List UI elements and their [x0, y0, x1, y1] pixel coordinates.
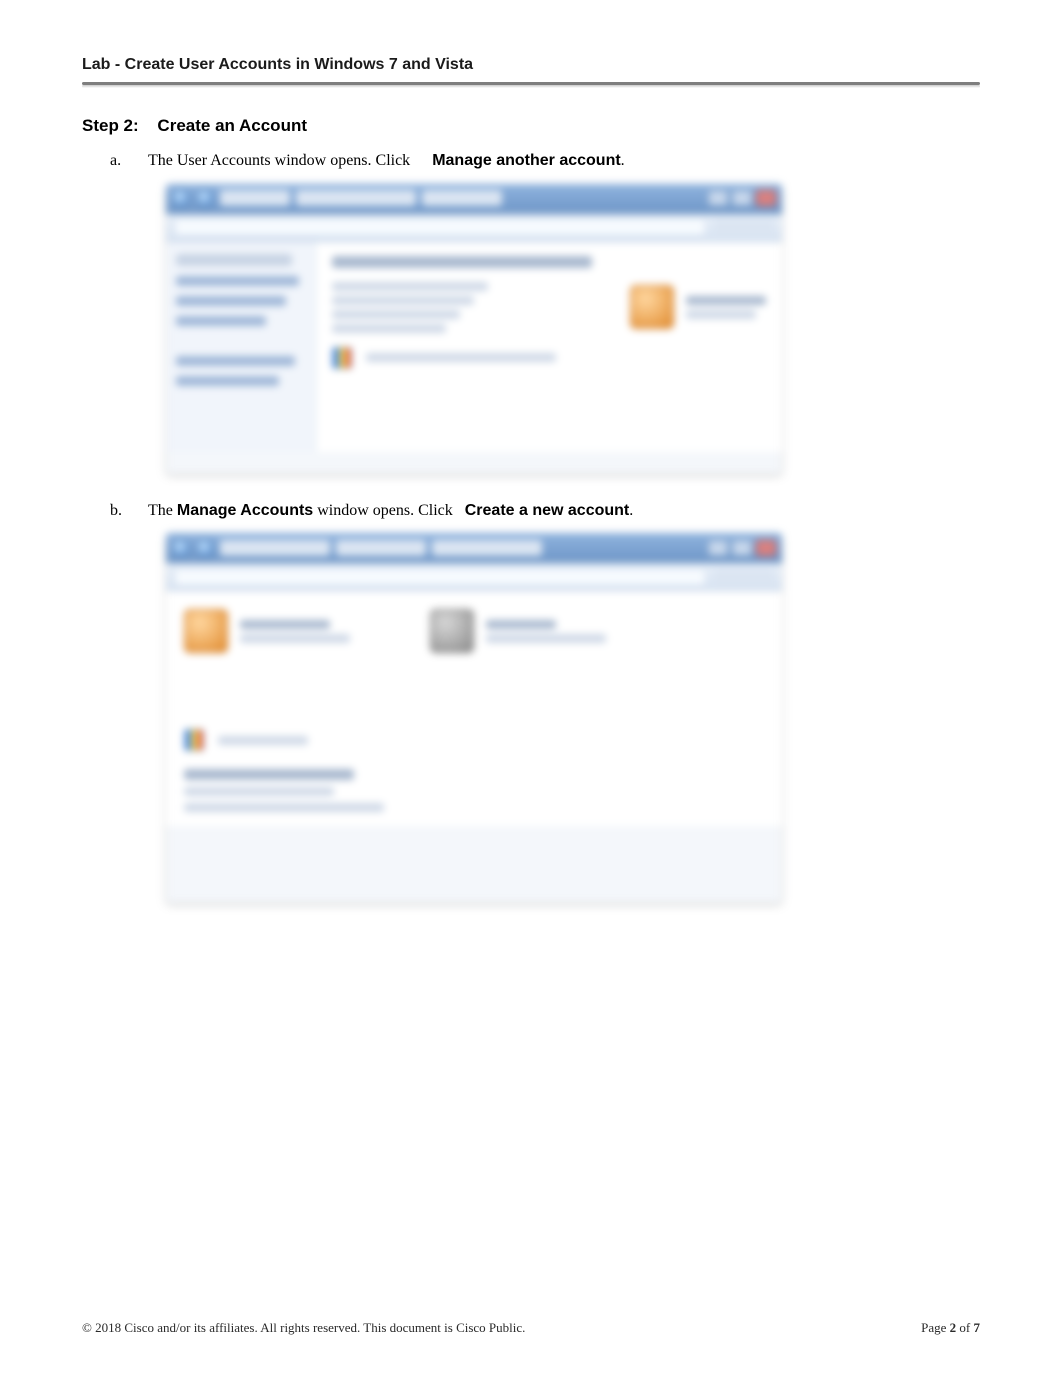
page-footer: © 2018 Cisco and/or its affiliates. All …: [82, 1320, 980, 1336]
screenshot-manage-accounts: [166, 533, 980, 903]
list-item: a. The User Accounts window opens. Click…: [110, 150, 980, 172]
page-label: Page: [921, 1320, 950, 1335]
text-a-pre: The User Accounts window opens. Click: [148, 152, 410, 169]
list-item: b. The Manage Accounts window opens. Cli…: [110, 500, 980, 522]
minimize-icon: [708, 190, 728, 206]
text-b-post: .: [629, 502, 633, 519]
text-b-mid: window opens. Click: [313, 502, 457, 519]
step-label: Step 2:: [82, 116, 139, 135]
running-header: Lab - Create User Accounts in Windows 7 …: [82, 56, 980, 82]
list-marker-b: b.: [110, 500, 138, 522]
text-a-bold: Manage another account: [432, 152, 620, 169]
text-a-post: .: [621, 152, 625, 169]
shield-icon: [332, 347, 352, 369]
screenshot-user-accounts: [166, 184, 980, 474]
avatar: [630, 285, 674, 329]
back-icon: [172, 189, 190, 207]
minimize-icon: [708, 540, 728, 556]
page-current: 2: [950, 1320, 957, 1335]
avatar: [430, 609, 474, 653]
forward-icon: [196, 189, 214, 207]
header-rule: [82, 82, 980, 88]
maximize-icon: [732, 540, 752, 556]
close-icon: [756, 540, 776, 556]
text-b-bold1: Manage Accounts: [177, 502, 313, 519]
list-marker-a: a.: [110, 150, 138, 172]
close-icon: [756, 190, 776, 206]
shield-icon: [184, 729, 204, 751]
text-b-bold2: Create a new account: [465, 502, 630, 519]
forward-icon: [196, 539, 214, 557]
avatar: [184, 609, 228, 653]
list-text-b: The Manage Accounts window opens. Click …: [148, 500, 980, 522]
page-total: 7: [974, 1320, 981, 1335]
page-of: of: [959, 1320, 973, 1335]
maximize-icon: [732, 190, 752, 206]
list-text-a: The User Accounts window opens. Click Ma…: [148, 150, 980, 172]
step-title: Create an Account: [157, 116, 307, 135]
back-icon: [172, 539, 190, 557]
page-number: Page 2 of 7: [921, 1320, 980, 1336]
copyright: © 2018 Cisco and/or its affiliates. All …: [82, 1320, 525, 1336]
step-heading: Step 2: Create an Account: [82, 116, 980, 136]
text-b-pre: The: [148, 502, 177, 519]
